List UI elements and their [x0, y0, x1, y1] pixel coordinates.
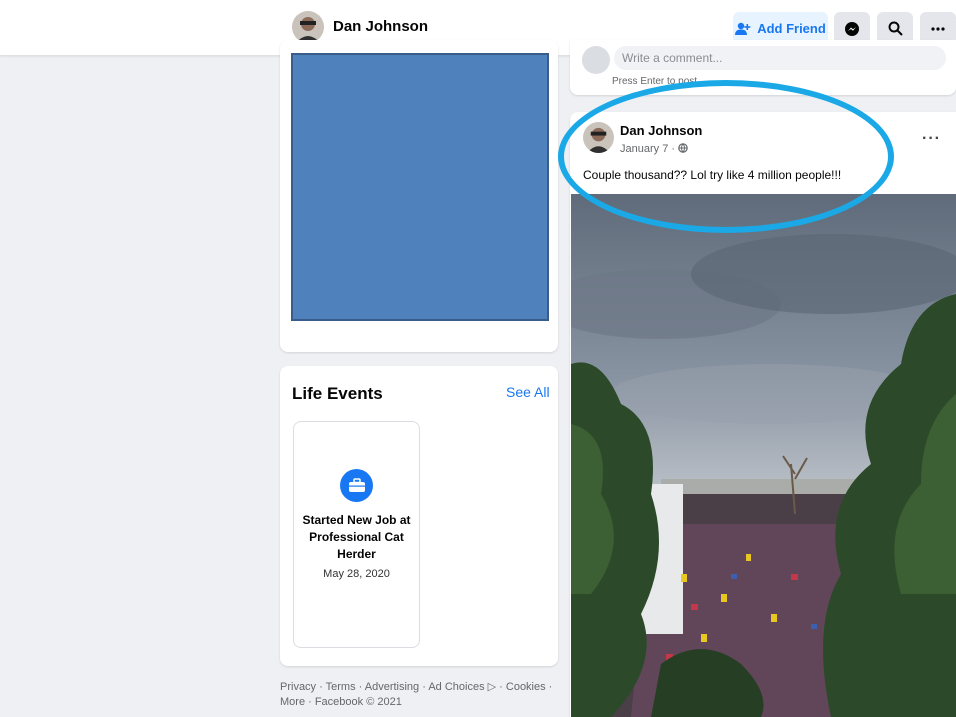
profile-avatar[interactable] [292, 11, 324, 43]
add-friend-label: Add Friend [757, 21, 826, 36]
briefcase-icon [340, 469, 373, 502]
see-all-link[interactable]: See All [506, 384, 550, 400]
footer-links[interactable]: Privacy · Terms · Advertising · Ad Choic… [280, 680, 564, 710]
life-event-date: May 28, 2020 [323, 568, 390, 580]
profile-name[interactable]: Dan Johnson [333, 18, 428, 35]
comment-input[interactable]: Write a comment... [614, 46, 946, 70]
life-event-title: Started New Job at Professional Cat Herd… [302, 513, 411, 561]
search-icon [888, 21, 903, 36]
life-events-title: Life Events [292, 384, 383, 403]
redacted-image-box [291, 53, 549, 321]
add-friend-icon [735, 22, 751, 35]
highlight-circle [558, 80, 894, 233]
post-photo[interactable] [571, 194, 956, 717]
commenter-avatar [582, 46, 610, 74]
messenger-icon [845, 21, 859, 36]
post-options-button[interactable]: ··· [922, 130, 941, 148]
more-icon [931, 26, 945, 31]
